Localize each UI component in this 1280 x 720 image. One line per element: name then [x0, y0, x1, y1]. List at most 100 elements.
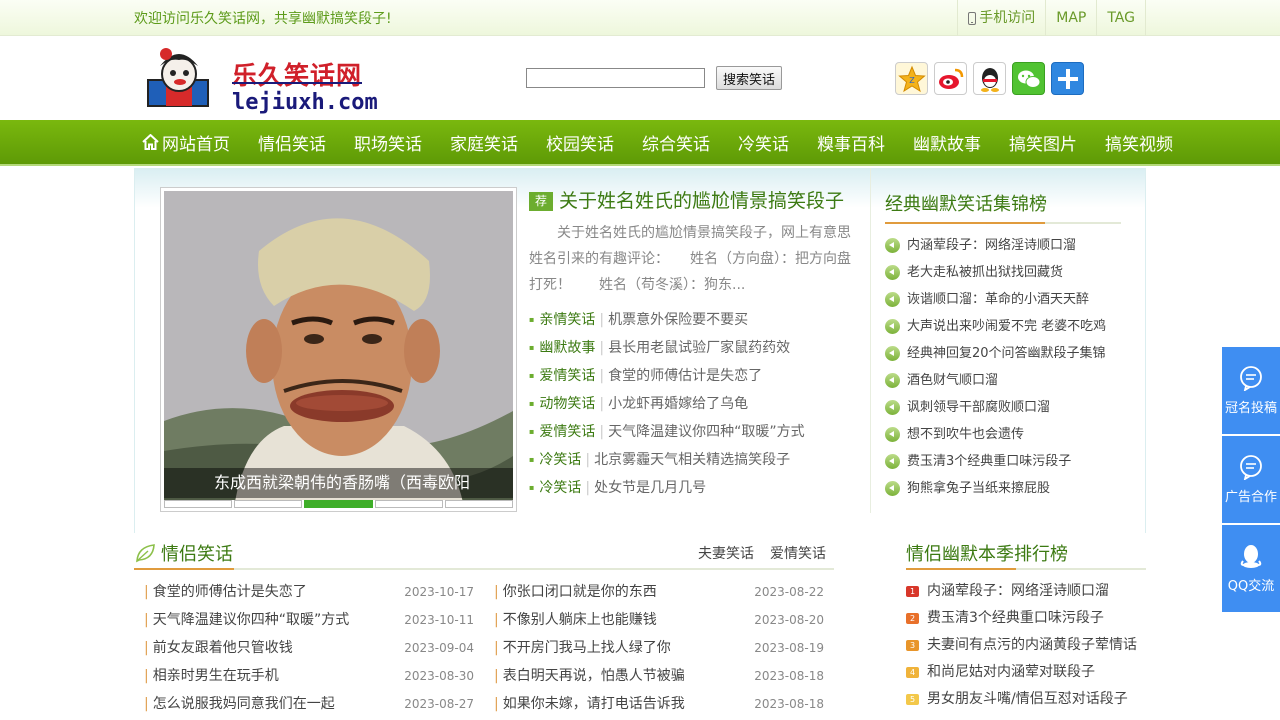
list-item[interactable]: 爱情笑话|食堂的师傅估计是失恋了: [529, 362, 859, 390]
headline-list: 亲情笑话|机票意外保险要不要买 幽默故事|县长用老鼠试验厂家鼠药药效 爱情笑话|…: [529, 306, 859, 502]
nav-cold-jokes[interactable]: 冷笑话: [724, 120, 803, 164]
nav-home[interactable]: 网站首页: [142, 120, 244, 164]
ad-cooperation-button[interactable]: 广告合作: [1222, 436, 1280, 523]
list-item[interactable]: 动物笑话|小龙虾再婚嫁给了乌龟: [529, 390, 859, 418]
category-link[interactable]: 爱情笑话: [539, 424, 595, 440]
submit-article-button[interactable]: 冠名投稿: [1222, 347, 1280, 434]
rank-number: 2: [906, 613, 919, 624]
list-item[interactable]: 冷笑话|处女节是几月几号: [529, 474, 859, 502]
main-nav: 网站首页 情侣笑话 职场笑话 家庭笑话 校园笑话 综合笑话 冷笑话 糗事百科 幽…: [0, 120, 1280, 166]
list-item[interactable]: 狗熊拿兔子当纸来擦屁股: [885, 475, 1140, 502]
list-item[interactable]: 想不到吹牛也会遗传: [885, 421, 1140, 448]
category-link[interactable]: 亲情笑话: [539, 312, 595, 328]
logo-mascot-icon: [147, 48, 209, 107]
qq-contact-button[interactable]: QQ交流: [1222, 525, 1280, 612]
list-item[interactable]: 费玉清3个经典重口味污段子: [885, 448, 1140, 475]
list-item[interactable]: 天气降温建议你四种“取暖”方式2023-10-11: [134, 606, 484, 634]
sub-link-love[interactable]: 爱情笑话: [770, 543, 826, 563]
category-link[interactable]: 爱情笑话: [539, 368, 595, 384]
list-item[interactable]: 如果你未嫁，请打电话告诉我2023-08-18: [484, 690, 834, 718]
rank-number: 5: [906, 694, 919, 705]
play-icon: [885, 400, 900, 415]
nav-funny-videos[interactable]: 搞笑视频: [1091, 120, 1187, 164]
list-item[interactable]: 不像别人躺床上也能赚钱2023-08-20: [484, 606, 834, 634]
season-rank-list: 1 内涵荤段子：网络淫诗顺口溜 2 费玉清3个经典重口味污段子 3 夫妻间有点污的内涵…: [906, 578, 1146, 713]
list-item[interactable]: 表白明天再说，怕愚人节被骗2023-08-18: [484, 662, 834, 690]
list-item[interactable]: 前女友跟着他只管收钱2023-09-04: [134, 634, 484, 662]
more-share-icon[interactable]: [1051, 62, 1084, 95]
slider-dot[interactable]: [164, 500, 233, 508]
nav-humor-stories[interactable]: 幽默故事: [899, 120, 995, 164]
article-link[interactable]: 机票意外保险要不要买: [608, 312, 748, 328]
nav-general-jokes[interactable]: 综合笑话: [628, 120, 724, 164]
play-icon: [885, 454, 900, 469]
list-item[interactable]: 亲情笑话|机票意外保险要不要买: [529, 306, 859, 334]
wechat-icon[interactable]: [1012, 62, 1045, 95]
headline-title[interactable]: 荐关于姓名姓氏的尴尬情景搞笑段子: [529, 188, 859, 214]
qq-icon[interactable]: [973, 62, 1006, 95]
nav-funny-pictures[interactable]: 搞笑图片: [995, 120, 1091, 164]
list-item[interactable]: 4 和尚尼姑对内涵荤对联段子: [906, 659, 1146, 686]
article-link[interactable]: 处女节是几月几号: [594, 480, 706, 496]
list-item[interactable]: 冷笑话|北京雾霾天气相关精选搞笑段子: [529, 446, 859, 474]
site-logo[interactable]: 乐久笑话网 lejiuxh.com: [146, 46, 378, 115]
image-slider[interactable]: 东成西就梁朝伟的香肠嘴（西毒欧阳: [160, 187, 517, 512]
list-item[interactable]: 你张口闭口就是你的东西2023-08-22: [484, 578, 834, 606]
sub-link-husband-wife[interactable]: 夫妻笑话: [698, 543, 754, 563]
list-item[interactable]: 内涵荤段子：网络淫诗顺口溜: [885, 232, 1140, 259]
qzone-icon[interactable]: Z: [895, 62, 928, 95]
list-item[interactable]: 1 内涵荤段子：网络淫诗顺口溜: [906, 578, 1146, 605]
list-item[interactable]: 大声说出来吵闹爱不完 老婆不吃鸡: [885, 313, 1140, 340]
category-link[interactable]: 冷笑话: [539, 452, 581, 468]
slider-dot[interactable]: [374, 500, 443, 508]
search-input[interactable]: [526, 68, 705, 88]
nav-couple-jokes[interactable]: 情侣笑话: [244, 120, 340, 164]
list-item[interactable]: 酒色财气顺口溜: [885, 367, 1140, 394]
list-item[interactable]: 爱情笑话|天气降温建议你四种“取暖”方式: [529, 418, 859, 446]
nav-embarrassing-stories[interactable]: 糗事百科: [803, 120, 899, 164]
tag-link[interactable]: TAG: [1096, 0, 1146, 36]
category-link[interactable]: 幽默故事: [539, 340, 595, 356]
list-item[interactable]: 老大走私被抓出狱找回藏货: [885, 259, 1140, 286]
slider-caption[interactable]: 东成西就梁朝伟的香肠嘴（西毒欧阳: [164, 468, 513, 498]
slider-pager: [164, 500, 513, 508]
home-icon: [142, 134, 159, 150]
welcome-text: 欢迎访问乐久笑话网，共享幽默搞笑段子!: [134, 11, 392, 27]
chat-icon: [1240, 366, 1262, 391]
list-item[interactable]: 诙谐顺口溜：革命的小酒天天醉: [885, 286, 1140, 313]
search-button[interactable]: 搜索笑话: [716, 66, 783, 90]
weibo-icon[interactable]: [934, 62, 967, 95]
section-title[interactable]: 情侣笑话: [134, 540, 233, 566]
nav-workplace-jokes[interactable]: 职场笑话: [340, 120, 436, 164]
article-link[interactable]: 天气降温建议你四种“取暖”方式: [608, 424, 805, 440]
category-link[interactable]: 动物笑话: [539, 396, 595, 412]
headline-summary: 关于姓名姓氏的尴尬情景搞笑段子，网上有意思姓名引来的有趣评论： 姓名（方向盘）：…: [529, 225, 851, 293]
slider-image[interactable]: 东成西就梁朝伟的香肠嘴（西毒欧阳: [164, 191, 513, 508]
slider-dot-active[interactable]: [304, 500, 373, 508]
article-link[interactable]: 小龙虾再婚嫁给了乌龟: [608, 396, 748, 412]
mobile-link[interactable]: 手机访问: [957, 0, 1045, 36]
list-item[interactable]: 食堂的师傅估计是失恋了2023-10-17: [134, 578, 484, 606]
map-link[interactable]: MAP: [1045, 0, 1096, 36]
list-item[interactable]: 2 费玉清3个经典重口味污段子: [906, 605, 1146, 632]
feature-panel: 东成西就梁朝伟的香肠嘴（西毒欧阳 荐关于姓名姓氏的尴尬情景搞笑段子 关于姓名姓氏…: [134, 168, 1146, 533]
list-item[interactable]: 讽刺领导干部腐败顺口溜: [885, 394, 1140, 421]
category-link[interactable]: 冷笑话: [539, 480, 581, 496]
list-item[interactable]: 5 男女朋友斗嘴/情侣互怼对话段子: [906, 686, 1146, 713]
nav-campus-jokes[interactable]: 校园笑话: [532, 120, 628, 164]
list-item[interactable]: 相亲时男生在玩手机2023-08-30: [134, 662, 484, 690]
slider-dot[interactable]: [444, 500, 513, 508]
slider-dot[interactable]: [234, 500, 303, 508]
list-item[interactable]: 怎么说服我妈同意我们在一起2023-08-27: [134, 690, 484, 718]
list-item[interactable]: 幽默故事|县长用老鼠试验厂家鼠药药效: [529, 334, 859, 362]
list-item[interactable]: 经典神回复20个问答幽默段子集锦: [885, 340, 1140, 367]
article-link[interactable]: 县长用老鼠试验厂家鼠药药效: [608, 340, 790, 356]
article-list-left: 食堂的师傅估计是失恋了2023-10-17 天气降温建议你四种“取暖”方式202…: [134, 578, 484, 718]
qq-penguin-icon: [1240, 545, 1262, 568]
nav-family-jokes[interactable]: 家庭笑话: [436, 120, 532, 164]
article-link[interactable]: 北京雾霾天气相关精选搞笑段子: [594, 452, 790, 468]
slider-photo-illustration: [164, 191, 513, 508]
article-link[interactable]: 食堂的师傅估计是失恋了: [608, 368, 762, 384]
list-item[interactable]: 3 夫妻间有点污的内涵黄段子荤情话: [906, 632, 1146, 659]
list-item[interactable]: 不开房门我马上找人绿了你2023-08-19: [484, 634, 834, 662]
